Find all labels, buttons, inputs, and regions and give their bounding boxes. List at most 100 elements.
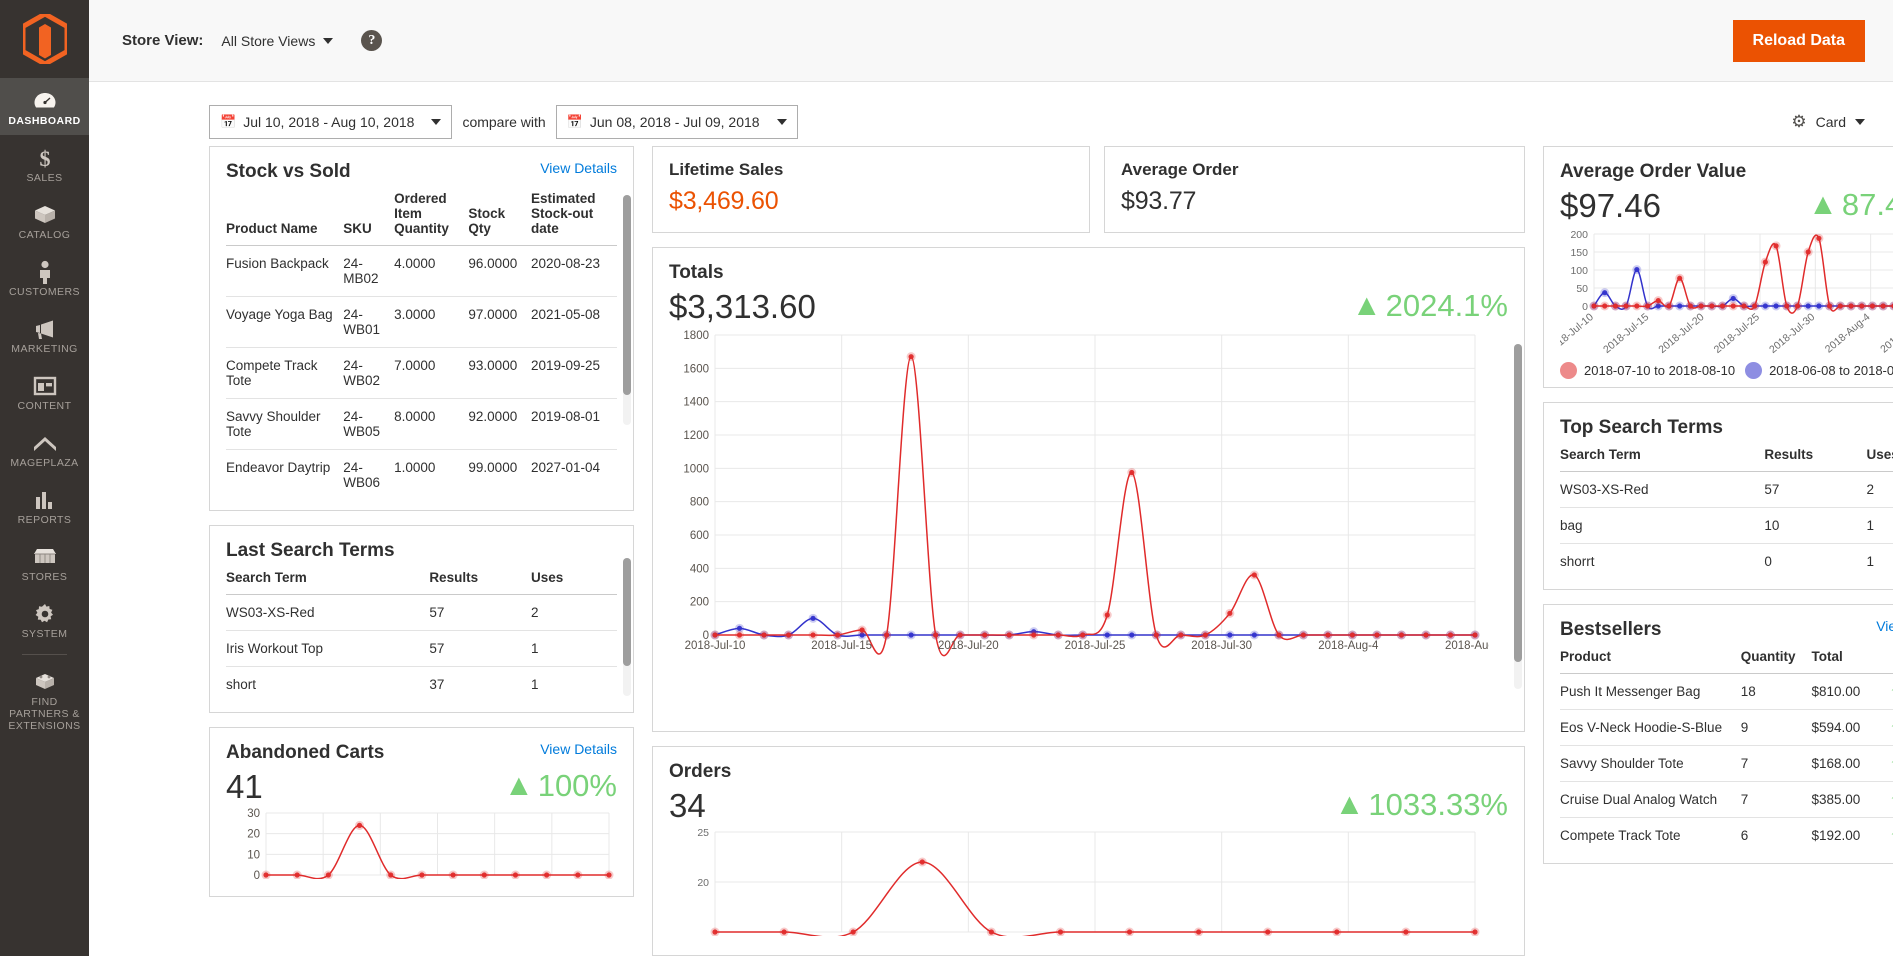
table-cell: 24-WB02 [343,348,394,399]
svg-text:25: 25 [697,827,709,839]
svg-text:2018-Jul-25: 2018-Jul-25 [1065,640,1126,652]
sidebar-item-find-partners-extensions[interactable]: FIND PARTNERS & EXTENSIONS [0,659,89,740]
store-view-label: Store View: [122,32,203,49]
table-header-row: ProductQuantityTotal [1560,642,1893,674]
page-header: Store View: All Store Views ? Reload Dat… [89,0,1893,82]
up-arrow-icon: ▲ [1352,291,1382,321]
help-icon[interactable]: ? [361,30,382,51]
table-cell: Eos V-Neck Hoodie-S-Blue [1560,710,1741,746]
last-search-terms-scrollbar[interactable] [623,558,631,696]
average-order-value-value: $97.46 [1560,186,1661,226]
stock-vs-sold-scrollbar[interactable] [623,195,631,425]
column-header: Uses [1867,440,1893,472]
sidebar-item-content[interactable]: CONTENT [0,363,89,420]
svg-text:2018-Jul-10: 2018-Jul-10 [1560,311,1596,356]
table-cell: 7 [1741,746,1812,782]
table-row: WS03-XS-Red572 [226,595,617,631]
table-header-row: Search TermResultsUses [1560,440,1893,472]
column-header: Ordered Item Quantity [394,184,468,246]
layout-icon [2,372,87,398]
table-cell: Cruise Dual Analog Watch [1560,782,1741,818]
svg-text:2018-Jul-30: 2018-Jul-30 [1191,640,1252,652]
puzzle-blocks-icon [2,668,87,694]
lifetime-sales-card: Lifetime Sales $3,469.60 [652,146,1090,233]
table-header-row: Search TermResultsUses [226,563,617,595]
average-order-value-chart: 0501001502002018-Jul-102018-Jul-152018-J… [1560,226,1893,358]
abandoned-carts-chart: 0102030 [226,807,617,879]
reload-data-button[interactable]: Reload Data [1733,20,1865,62]
sidebar-item-reports[interactable]: REPORTS [0,477,89,534]
table-cell: 1 [1867,544,1893,580]
lifetime-sales-label: Lifetime Sales [669,160,1073,180]
column-header: Search Term [1560,440,1764,472]
totals-delta: ▲ 2024.1% [1352,286,1508,326]
average-order-value: $93.77 [1121,187,1508,216]
date-range-picker[interactable]: 📅 Jul 10, 2018 - Aug 10, 2018 [209,105,452,139]
table-cell: 57 [429,631,531,667]
chevron-down-icon [431,119,441,125]
totals-chart-scrollbar[interactable] [1514,344,1522,689]
compare-range-picker[interactable]: 📅 Jun 08, 2018 - Jul 09, 2018 [556,105,798,139]
dashboard-gauge-icon [2,87,87,113]
svg-text:20: 20 [697,877,709,889]
sidebar-item-stores[interactable]: STORES [0,534,89,591]
sidebar-item-dashboard[interactable]: DASHBOARD [0,78,89,135]
table-cell: 2021-05-08 [531,297,617,348]
table-cell: WS03-XS-Red [1560,472,1764,508]
average-order-value-legend: 2018-07-10 to 2018-08-102018-06-08 to 20… [1560,358,1893,381]
svg-text:$: $ [39,146,50,170]
svg-text:400: 400 [690,563,709,575]
gear-icon: ⚙ [1791,112,1806,132]
svg-text:1000: 1000 [683,463,709,475]
average-order-value-delta: ▲ 87.42% [1808,185,1893,225]
legend-color-swatch [1745,362,1762,379]
totals-value: $3,313.60 [669,287,816,327]
chevron-down-icon [777,119,787,125]
abandoned-carts-view-details[interactable]: View Details [540,741,617,757]
svg-text:1800: 1800 [683,330,709,342]
column-header: SKU [343,184,394,246]
up-arrow-icon: ▲ [504,771,534,801]
table-row: Cruise Dual Analog Watch7$385.00↑100% [1560,782,1893,818]
sidebar-item-label: CUSTOMERS [2,286,87,298]
last-search-terms-table: Search TermResultsUses WS03-XS-Red572Iri… [226,563,617,702]
sidebar-item-customers[interactable]: CUSTOMERS [0,249,89,306]
view-mode-dropdown[interactable]: ⚙ Card [1791,112,1865,132]
sidebar-item-sales[interactable]: $SALES [0,135,89,192]
table-cell: 18 [1741,674,1812,710]
svg-text:2018-Jul-15: 2018-Jul-15 [811,640,872,652]
store-view-dropdown[interactable]: All Store Views [221,33,333,49]
column-header: Results [429,563,531,595]
stock-vs-sold-view-details[interactable]: View Details [540,160,617,176]
sidebar-item-system[interactable]: SYSTEM [0,591,89,648]
sidebar-item-label: CATALOG [2,229,87,241]
table-cell: 24-MB02 [343,246,394,297]
sidebar-item-mageplaza[interactable]: MAGEPLAZA [0,420,89,477]
right-column: ⤢ ◥ Average Order Value $97.46 ▲ 87.42% [1543,146,1893,878]
sidebar-item-label: SYSTEM [2,628,87,640]
legend-label: 2018-06-08 to 2018-07-09 [1769,363,1893,378]
table-cell: $385.00 [1812,782,1891,818]
svg-text:2018-Jul-20: 2018-Jul-20 [938,640,999,652]
primary-sidebar: DASHBOARD$SALES CATALOG CUSTOMERS MARKETING… [0,0,89,956]
totals-panel: Totals $3,313.60 ▲ 2024.1% 0200400600800… [652,247,1525,732]
svg-text:2018-Aug-4: 2018-Aug-4 [1823,311,1873,356]
last-search-terms-title: Last Search Terms [226,539,617,563]
table-cell: Compete Track Tote [226,348,343,399]
magento-logo[interactable] [0,0,89,78]
table-cell: 7.0000 [394,348,468,399]
kpi-row: Lifetime Sales $3,469.60 Average Order $… [652,146,1525,233]
main-content: Store View: All Store Views ? Reload Dat… [89,0,1893,956]
svg-text:2018-Aug-4: 2018-Aug-4 [1318,640,1379,652]
bar-chart-icon [2,486,87,512]
sidebar-item-marketing[interactable]: MARKETING [0,306,89,363]
bestsellers-view-details[interactable]: View Details [1876,618,1893,634]
table-cell: Endeavor Daytrip [226,450,343,501]
lifetime-sales-value: $3,469.60 [669,187,1073,216]
table-cell: bag [1560,508,1764,544]
chevron-down-icon [323,38,333,44]
column-header: Quantity [1741,642,1812,674]
table-row: Endeavor Daytrip24-WB061.000099.00002027… [226,450,617,501]
column-header: Total [1812,642,1891,674]
sidebar-item-catalog[interactable]: CATALOG [0,192,89,249]
